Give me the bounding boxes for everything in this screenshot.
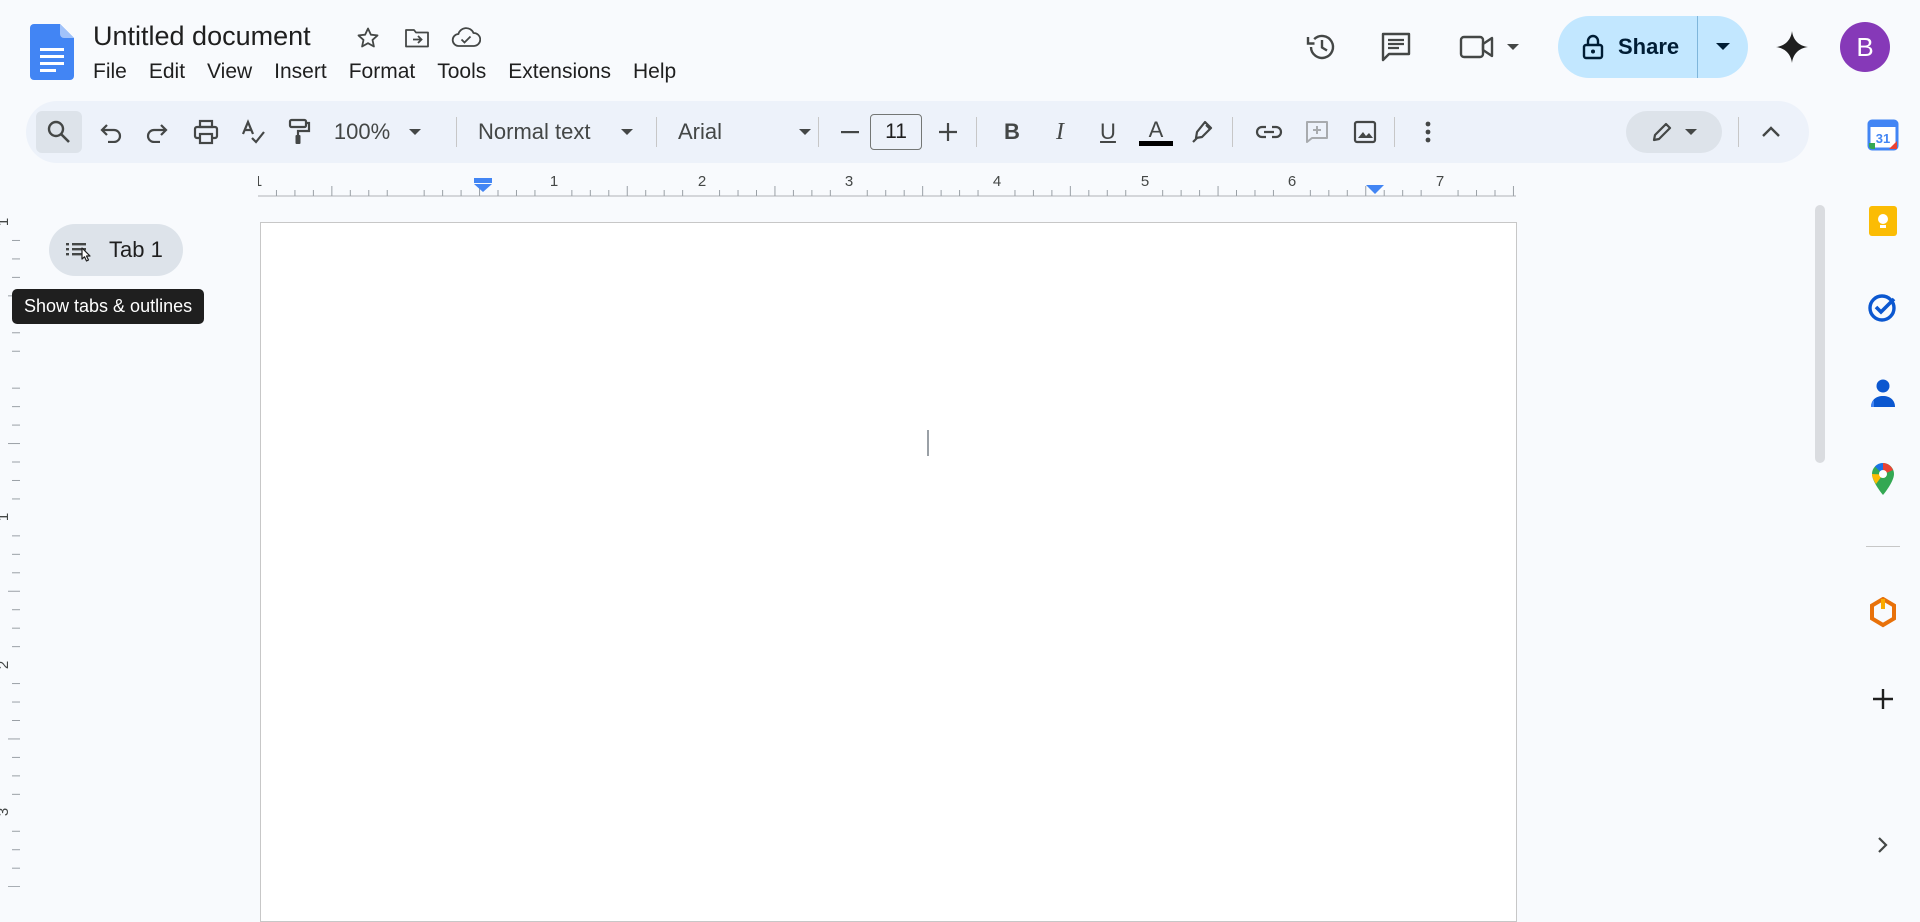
star-icon[interactable]: [353, 24, 383, 52]
menu-extensions[interactable]: Extensions: [497, 56, 622, 88]
docs-logo-icon[interactable]: [30, 24, 74, 80]
search-menus-icon[interactable]: [36, 111, 82, 153]
addon-icon[interactable]: [1864, 594, 1902, 632]
menu-help[interactable]: Help: [622, 56, 687, 88]
paragraph-style-value: Normal text: [478, 119, 591, 144]
move-folder-icon[interactable]: [402, 24, 432, 52]
toolbar-divider: [456, 117, 457, 147]
tooltip: Show tabs & outlines: [12, 289, 205, 324]
menu-bar: File Edit View Insert Format Tools Exten…: [82, 56, 687, 88]
spellcheck-icon[interactable]: [234, 111, 272, 153]
menu-file[interactable]: File: [82, 56, 138, 88]
history-icon[interactable]: [1298, 23, 1346, 71]
ruler-label: 1: [258, 173, 262, 190]
toolbar-divider: [1394, 117, 1395, 147]
ruler-label: 5: [1141, 173, 1149, 190]
font-select[interactable]: Arial: [672, 111, 822, 153]
vruler-label: 2: [0, 661, 12, 669]
underline-button[interactable]: U: [1090, 111, 1126, 153]
contacts-icon[interactable]: [1864, 374, 1902, 412]
side-panel: 31: [1846, 110, 1920, 887]
undo-icon[interactable]: [92, 111, 130, 153]
menu-format[interactable]: Format: [338, 56, 427, 88]
calendar-icon[interactable]: 31: [1864, 116, 1902, 154]
menu-insert[interactable]: Insert: [263, 56, 338, 88]
share-main[interactable]: Share: [1558, 16, 1698, 78]
increase-font-size-icon[interactable]: [930, 111, 966, 153]
vruler-label: 3: [0, 808, 12, 816]
text-color-button[interactable]: A: [1136, 111, 1176, 153]
print-icon[interactable]: [186, 111, 226, 153]
vruler-label: 1: [0, 513, 12, 521]
chevron-down-icon: [1685, 129, 1697, 135]
ruler-label: 7: [1436, 173, 1444, 190]
cloud-saved-icon[interactable]: [451, 24, 481, 52]
paragraph-style-select[interactable]: Normal text: [472, 111, 660, 153]
editing-mode-select[interactable]: [1626, 111, 1722, 153]
hide-menus-icon[interactable]: [1750, 111, 1792, 153]
menu-edit[interactable]: Edit: [138, 56, 196, 88]
vruler-label: 1: [0, 218, 12, 226]
tasks-icon[interactable]: [1864, 288, 1902, 326]
ruler-label: 3: [845, 173, 853, 190]
more-options-icon[interactable]: [1410, 111, 1446, 153]
bold-button[interactable]: B: [994, 111, 1030, 153]
paint-format-icon[interactable]: [280, 111, 318, 153]
toolbar-divider: [818, 117, 819, 147]
right-indent-marker[interactable]: [1366, 185, 1384, 194]
meet-video-icon[interactable]: [1458, 23, 1528, 71]
tabs-outline-icon: [66, 243, 91, 262]
highlight-color-icon[interactable]: [1184, 111, 1222, 153]
document-title[interactable]: Untitled document: [93, 19, 311, 53]
avatar[interactable]: B: [1840, 22, 1890, 72]
toolbar-divider: [976, 117, 977, 147]
add-comment-icon: [1298, 111, 1336, 153]
ruler-label: 6: [1288, 173, 1296, 190]
comments-icon[interactable]: [1372, 23, 1420, 71]
chevron-down-icon: [799, 129, 812, 135]
ruler-label: 4: [993, 173, 1001, 190]
horizontal-ruler[interactable]: 1 1 2 3 4 5 6 7: [258, 172, 1518, 198]
add-icon[interactable]: [1864, 680, 1902, 718]
share-dropdown-icon[interactable]: [1698, 16, 1748, 78]
ruler-label: 2: [698, 173, 706, 190]
toolbar-divider: [656, 117, 657, 147]
menu-view[interactable]: View: [196, 56, 263, 88]
text-cursor: [927, 430, 929, 456]
text-color-swatch: [1139, 140, 1173, 146]
zoom-select[interactable]: 100%: [328, 111, 428, 153]
menu-tools[interactable]: Tools: [426, 56, 497, 88]
italic-button[interactable]: I: [1042, 111, 1078, 153]
chevron-down-icon: [621, 129, 634, 135]
pencil-icon: [1652, 122, 1672, 142]
scrollbar-thumb[interactable]: [1815, 205, 1825, 463]
decrease-font-size-icon[interactable]: [832, 111, 868, 153]
font-value: Arial: [678, 119, 723, 144]
left-indent-marker[interactable]: [474, 178, 492, 192]
keep-icon[interactable]: [1864, 202, 1902, 240]
text-color-glyph: A: [1148, 116, 1164, 142]
toolbar-divider: [1738, 117, 1739, 147]
document-page[interactable]: [260, 222, 1517, 922]
toolbar: 100% Normal text Arial 11 B I U A: [26, 101, 1809, 163]
font-size-input[interactable]: 11: [870, 114, 922, 150]
toolbar-divider: [1232, 117, 1233, 147]
insert-link-icon[interactable]: [1250, 111, 1288, 153]
tab-label: Tab 1: [109, 237, 163, 262]
maps-icon[interactable]: [1864, 460, 1902, 498]
lock-icon: [1582, 34, 1604, 60]
ruler-label: 1: [550, 173, 558, 190]
calendar-date: 31: [1876, 131, 1890, 146]
gemini-icon[interactable]: [1768, 23, 1816, 71]
insert-image-icon[interactable]: [1346, 111, 1384, 153]
zoom-value: 100%: [333, 119, 391, 144]
share-label: Share: [1618, 34, 1680, 59]
tab-chip[interactable]: Tab 1: [49, 224, 183, 276]
share-button[interactable]: Share: [1558, 16, 1748, 78]
expand-icon[interactable]: [1864, 826, 1902, 864]
font-size-field[interactable]: 11: [866, 111, 926, 153]
chevron-down-icon: [409, 129, 422, 135]
side-panel-divider: [1866, 546, 1900, 547]
redo-icon[interactable]: [138, 111, 176, 153]
